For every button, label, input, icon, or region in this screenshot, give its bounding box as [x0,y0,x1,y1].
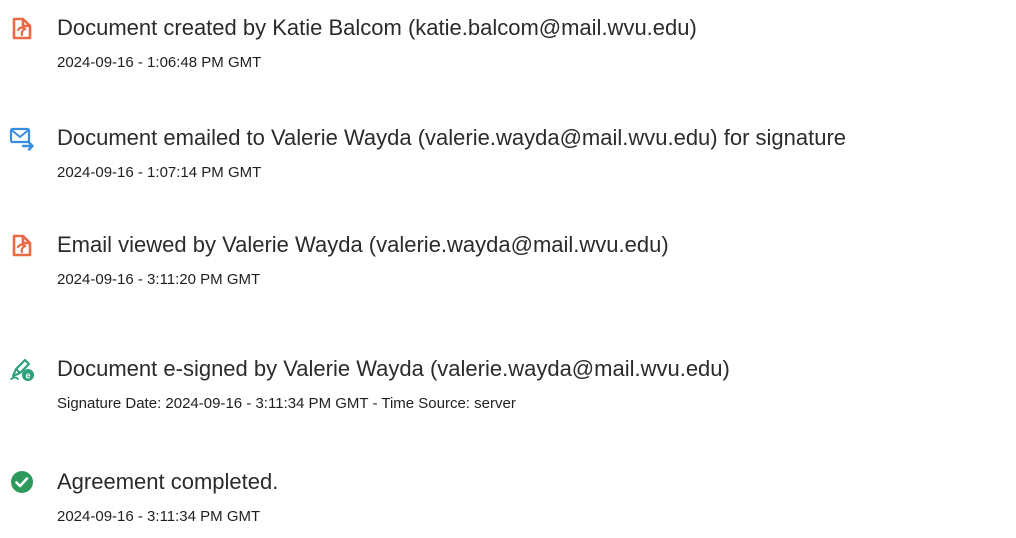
audit-history: { "events": [ { "icon": "document-create… [0,0,1016,538]
event-timestamp: Signature Date: 2024-09-16 - 3:11:34 PM … [57,395,516,412]
event-title: Document emailed to Valerie Wayda (valer… [57,125,847,150]
document-created-icon [9,15,35,41]
event-timestamp: 2024-09-16 - 1:06:48 PM GMT [57,54,262,71]
event-title: Document created by Katie Balcom (katie.… [57,15,697,40]
check-circle-icon [9,469,35,495]
event-timestamp: 2024-09-16 - 1:07:14 PM GMT [57,164,262,181]
event-title: Agreement completed. [57,469,279,494]
e-sign-pen-icon: e [9,356,35,382]
event-timestamp: 2024-09-16 - 3:11:34 PM GMT [57,508,261,525]
email-sent-icon [9,125,35,151]
event-timestamp: 2024-09-16 - 3:11:20 PM GMT [57,271,261,288]
email-viewed-icon [9,232,35,258]
event-title: Document e-signed by Valerie Wayda (vale… [57,356,730,381]
event-title: Email viewed by Valerie Wayda (valerie.w… [57,232,669,257]
svg-text:e: e [25,370,30,380]
